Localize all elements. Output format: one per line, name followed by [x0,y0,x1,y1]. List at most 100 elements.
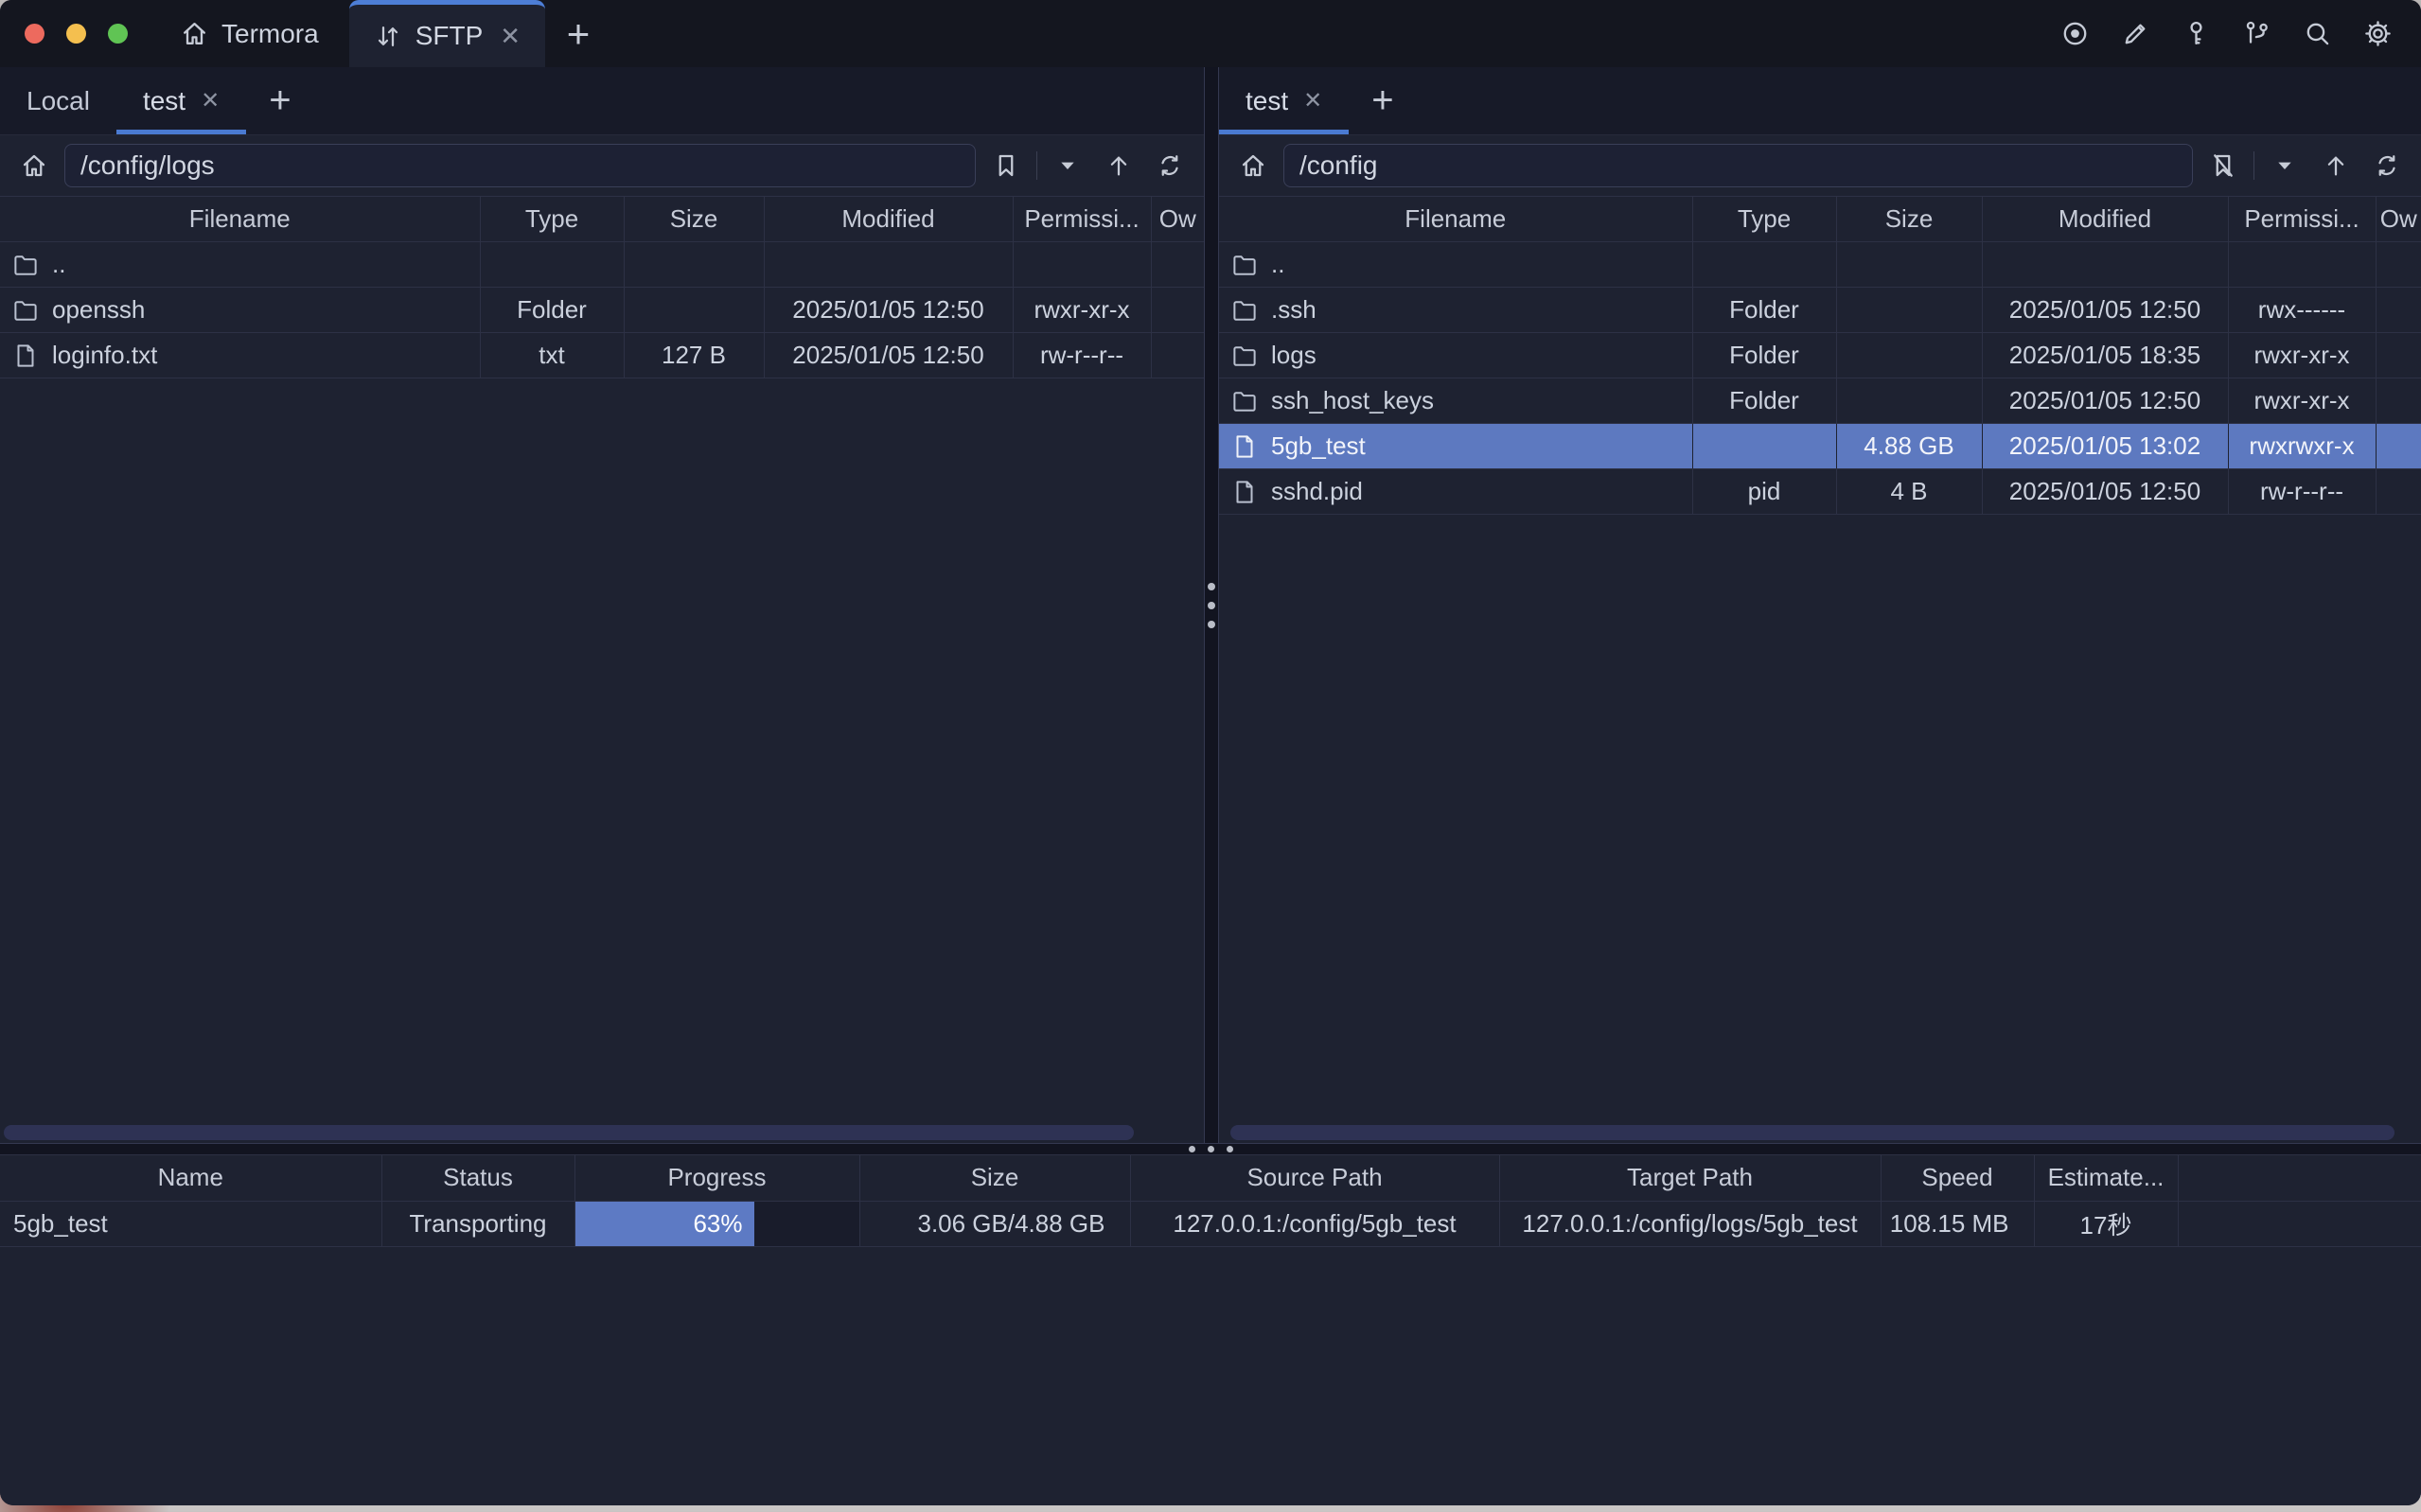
file-type-icon [1230,342,1259,370]
search-icon[interactable] [2298,15,2336,53]
transfer-table: Name Status Progress Size Source Path Ta… [0,1155,2421,1247]
settings-icon[interactable] [2359,15,2396,53]
titlebar: Termora SFTP ✕ + [0,0,2421,67]
path-input[interactable] [1283,144,2193,187]
refresh-icon[interactable] [1149,145,1191,186]
pane-tab-test[interactable]: test ✕ [1219,67,1349,134]
minimize-window-button[interactable] [66,24,86,44]
size-cell [1836,242,1982,288]
permissions-cell: rw-r--r-- [2228,469,2376,515]
size-cell [1836,378,1982,424]
owner-cell [1151,242,1204,288]
column-header-permissions[interactable]: Permissi... [2228,197,2376,242]
column-header-estimate[interactable]: Estimate... [2034,1155,2178,1201]
file-row[interactable]: logs Folder 2025/01/05 18:35 rwxr-xr-x [1219,333,2421,378]
keychain-icon[interactable] [2237,15,2275,53]
table-header-row: Name Status Progress Size Source Path Ta… [0,1155,2421,1201]
type-cell: txt [480,333,624,378]
refresh-icon[interactable] [2366,145,2408,186]
column-header-modified[interactable]: Modified [764,197,1013,242]
edit-icon[interactable] [2116,15,2154,53]
type-cell [1692,242,1836,288]
column-header-progress[interactable]: Progress [574,1155,859,1201]
horizontal-scrollbar[interactable] [1230,1125,2394,1140]
file-row[interactable]: loginfo.txt txt 127 B 2025/01/05 12:50 r… [0,333,1204,378]
path-input[interactable] [64,144,976,187]
transfer-source-cell: 127.0.0.1:/config/5gb_test [1130,1201,1499,1246]
column-header-name[interactable]: Name [0,1155,381,1201]
zoom-window-button[interactable] [108,24,128,44]
toolbar-divider [1036,151,1037,180]
tab-sftp[interactable]: SFTP ✕ [349,0,545,67]
close-sftp-tab-icon[interactable]: ✕ [500,24,521,48]
column-header-owner[interactable]: Ow [1151,197,1204,242]
column-header-owner[interactable]: Ow [2376,197,2421,242]
file-type-icon [1230,432,1259,461]
column-header-target-path[interactable]: Target Path [1499,1155,1881,1201]
key-icon[interactable] [2177,15,2215,53]
file-row[interactable]: sshd.pid pid 4 B 2025/01/05 12:50 rw-r--… [1219,469,2421,515]
column-header-size[interactable]: Size [859,1155,1130,1201]
pane-splitter-handle[interactable] [1204,67,1219,1143]
type-cell [480,242,624,288]
bookmark-slash-icon[interactable] [2202,145,2244,186]
progress-bar: 63% [575,1202,754,1246]
file-row[interactable]: .. [0,242,1204,288]
column-header-permissions[interactable]: Permissi... [1013,197,1151,242]
type-cell: Folder [1692,288,1836,333]
close-tab-icon[interactable]: ✕ [1303,90,1322,113]
pane-tab-label: test [1246,86,1288,116]
owner-cell [2376,424,2421,469]
column-header-filename[interactable]: Filename [0,197,480,242]
home-icon[interactable] [1232,145,1274,186]
modified-cell: 2025/01/05 18:35 [1982,333,2228,378]
column-header-speed[interactable]: Speed [1881,1155,2034,1201]
parent-directory-icon[interactable] [2315,145,2357,186]
file-type-icon [11,342,40,370]
pane-tab-local[interactable]: Local [0,67,116,134]
filename-label: .. [1271,250,1284,279]
add-pane-tab-button[interactable]: + [1349,67,1416,134]
column-header-size[interactable]: Size [1836,197,1982,242]
file-row[interactable]: .. [1219,242,2421,288]
horizontal-scrollbar[interactable] [4,1125,1134,1140]
filename-label: 5gb_test [1271,431,1366,461]
traffic-lights [0,0,151,67]
file-row[interactable]: 5gb_test 4.88 GB 2025/01/05 13:02 rwxrwx… [1219,424,2421,469]
file-type-icon [1230,296,1259,325]
file-row[interactable]: openssh Folder 2025/01/05 12:50 rwxr-xr-… [0,288,1204,333]
type-cell: pid [1692,469,1836,515]
column-header-filename[interactable]: Filename [1219,197,1692,242]
column-header-type[interactable]: Type [1692,197,1836,242]
column-header-type[interactable]: Type [480,197,624,242]
home-icon[interactable] [13,145,55,186]
column-header-modified[interactable]: Modified [1982,197,2228,242]
transfer-row[interactable]: 5gb_test Transporting 63% 3.06 GB/4.88 G… [0,1201,2421,1246]
chevron-down-icon[interactable] [2264,145,2306,186]
owner-cell [2376,242,2421,288]
modified-cell: 2025/01/05 12:50 [1982,469,2228,515]
type-cell: Folder [1692,333,1836,378]
filename-label: sshd.pid [1271,477,1363,506]
modified-cell: 2025/01/05 12:50 [1982,288,2228,333]
chevron-down-icon[interactable] [1047,145,1088,186]
column-header-status[interactable]: Status [381,1155,574,1201]
parent-directory-icon[interactable] [1098,145,1140,186]
close-tab-icon[interactable]: ✕ [201,90,220,113]
add-pane-tab-button[interactable]: + [246,67,313,134]
close-window-button[interactable] [25,24,44,44]
column-header-size[interactable]: Size [624,197,764,242]
column-header-source-path[interactable]: Source Path [1130,1155,1499,1201]
transfer-name-cell: 5gb_test [0,1201,381,1246]
pane-tab-test[interactable]: test ✕ [116,67,246,134]
sftp-tab-label: SFTP [415,21,484,51]
transfer-splitter-handle[interactable] [0,1143,2421,1155]
bookmark-icon[interactable] [985,145,1027,186]
record-icon[interactable] [2056,15,2094,53]
tab-termora[interactable]: Termora [151,0,347,67]
file-row[interactable]: ssh_host_keys Folder 2025/01/05 12:50 rw… [1219,378,2421,424]
new-tab-button[interactable]: + [545,0,611,67]
size-cell: 4 B [1836,469,1982,515]
file-row[interactable]: .ssh Folder 2025/01/05 12:50 rwx------ [1219,288,2421,333]
column-header-filler [2178,1155,2421,1201]
